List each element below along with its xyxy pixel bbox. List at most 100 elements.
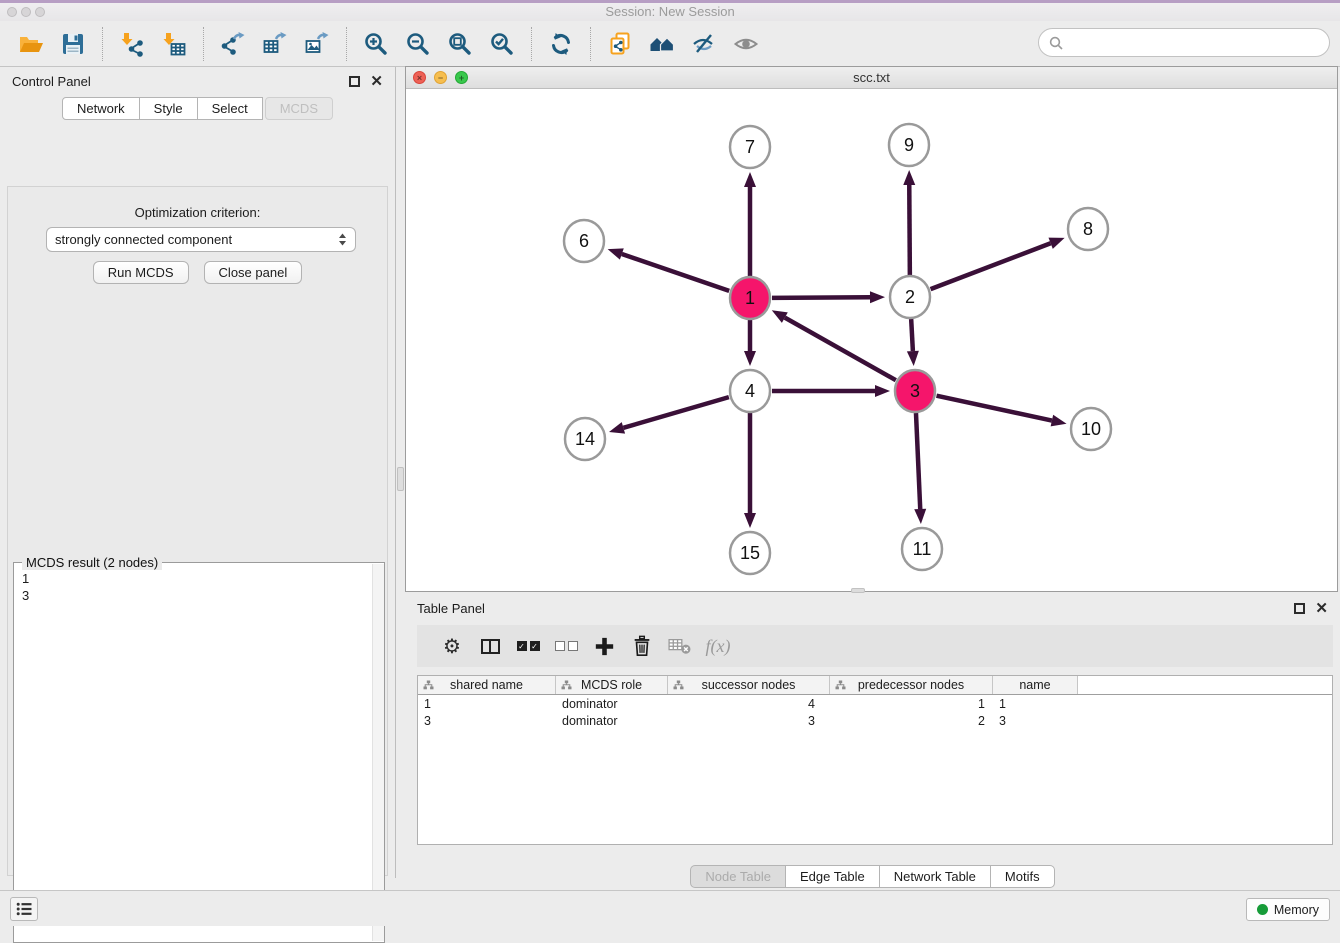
column-header-name[interactable]: name — [993, 676, 1078, 694]
control-panel-title: Control Panel — [12, 74, 91, 89]
criterion-select[interactable]: strongly connected component — [46, 227, 356, 252]
float-panel-icon[interactable] — [349, 76, 360, 87]
clone-network-icon[interactable] — [606, 30, 634, 58]
import-network-icon[interactable] — [118, 30, 146, 58]
tab-motifs[interactable]: Motifs — [990, 865, 1055, 888]
cell-name: 1 — [993, 697, 1078, 711]
export-network-icon[interactable] — [219, 30, 247, 58]
svg-text:9: 9 — [904, 135, 914, 155]
tab-network-table[interactable]: Network Table — [879, 865, 991, 888]
close-panel-icon[interactable]: ✕ — [370, 76, 383, 87]
node-table: shared name MCDS role successor nodes pr… — [417, 675, 1333, 845]
close-table-panel-icon[interactable]: ✕ — [1315, 603, 1328, 614]
mcds-result-scrollbar[interactable] — [372, 564, 384, 941]
graph-node-11[interactable]: 11 — [902, 528, 942, 570]
table-tabs: Node Table Edge Table Network Table Moti… — [405, 865, 1340, 888]
export-image-icon[interactable] — [303, 30, 331, 58]
tab-network[interactable]: Network — [62, 97, 140, 120]
export-table-icon[interactable] — [261, 30, 289, 58]
table-row[interactable]: 3 dominator 3 2 3 — [418, 712, 1332, 729]
column-header-predecessor-nodes[interactable]: predecessor nodes — [830, 676, 993, 694]
column-header-shared-name[interactable]: shared name — [418, 676, 556, 694]
search-input[interactable] — [1069, 34, 1329, 51]
open-session-icon[interactable] — [17, 30, 45, 58]
deselect-all-icon[interactable] — [547, 631, 585, 661]
network-graph[interactable]: 7 9 6 8 1 2 4 3 14 10 15 11 — [406, 89, 1337, 591]
graph-node-15[interactable]: 15 — [730, 532, 770, 574]
network-window-title: scc.txt — [406, 70, 1337, 85]
tab-edge-table[interactable]: Edge Table — [785, 865, 880, 888]
graph-edge-2-8[interactable] — [931, 243, 1051, 289]
graph-node-8[interactable]: 8 — [1068, 208, 1108, 250]
graph-node-2[interactable]: 2 — [890, 276, 930, 318]
column-type-icon — [835, 680, 846, 690]
close-panel-button[interactable]: Close panel — [204, 261, 303, 284]
column-header-successor-nodes[interactable]: successor nodes — [668, 676, 830, 694]
graph-node-6[interactable]: 6 — [564, 220, 604, 262]
graph-node-4[interactable]: 4 — [730, 370, 770, 412]
task-history-button[interactable] — [10, 897, 38, 921]
show-column-icon[interactable] — [471, 631, 509, 661]
table-settings-icon[interactable]: ⚙ — [433, 631, 471, 661]
splitter-handle[interactable] — [397, 467, 404, 491]
graph-node-7[interactable]: 7 — [730, 126, 770, 168]
graph-edge-1-6[interactable] — [622, 254, 729, 291]
cell-shared-name: 3 — [418, 714, 556, 728]
run-mcds-button[interactable]: Run MCDS — [93, 261, 189, 284]
graph-node-9[interactable]: 9 — [889, 124, 929, 166]
svg-text:10: 10 — [1081, 419, 1101, 439]
graph-node-1[interactable]: 1 — [730, 277, 770, 319]
graph-node-3[interactable]: 3 — [895, 370, 935, 412]
column-header-mcds-role[interactable]: MCDS role — [556, 676, 668, 694]
network-window-titlebar: × − + scc.txt — [406, 67, 1337, 89]
criterion-selected-value: strongly connected component — [55, 232, 338, 247]
cell-predecessor-nodes: 1 — [830, 697, 993, 711]
zoom-out-icon[interactable] — [404, 30, 432, 58]
horizontal-splitter-handle[interactable] — [851, 588, 865, 593]
table-row[interactable]: 1 dominator 4 1 1 — [418, 695, 1332, 712]
select-all-icon[interactable]: ✓✓ — [509, 631, 547, 661]
delete-table-icon[interactable] — [661, 631, 699, 661]
tab-style[interactable]: Style — [139, 97, 198, 120]
graph-edge-3-11[interactable] — [916, 413, 920, 509]
float-table-panel-icon[interactable] — [1294, 603, 1305, 614]
main-toolbar — [0, 21, 1340, 67]
window-minimize-button[interactable] — [21, 7, 31, 17]
first-neighbors-icon[interactable] — [648, 30, 676, 58]
window-close-button[interactable] — [7, 7, 17, 17]
window-zoom-button[interactable] — [35, 7, 45, 17]
graph-edge-2-3[interactable] — [911, 319, 913, 351]
graph-edge-3-10[interactable] — [937, 396, 1052, 421]
table-panel-title: Table Panel — [417, 601, 485, 616]
graph-edge-4-14[interactable] — [623, 397, 728, 428]
tab-mcds[interactable]: MCDS — [265, 97, 333, 120]
graph-edge-1-2[interactable] — [772, 297, 870, 298]
add-column-icon[interactable] — [585, 631, 623, 661]
apply-layout-icon[interactable] — [547, 30, 575, 58]
hide-style-icon[interactable] — [690, 30, 718, 58]
search-box[interactable] — [1038, 28, 1330, 57]
graph-edge-arrow-4-14 — [609, 422, 625, 434]
save-session-icon[interactable] — [59, 30, 87, 58]
graph-edge-2-9[interactable] — [909, 185, 910, 275]
delete-column-icon[interactable] — [623, 631, 661, 661]
network-canvas[interactable]: 7 9 6 8 1 2 4 3 14 10 15 11 — [406, 89, 1337, 591]
graph-node-10[interactable]: 10 — [1071, 408, 1111, 450]
tab-select[interactable]: Select — [197, 97, 263, 120]
apply-function-icon[interactable]: f(x) — [699, 631, 737, 661]
import-table-icon[interactable] — [160, 30, 188, 58]
toolbar-separator — [203, 27, 204, 61]
show-graphics-details-icon[interactable] — [732, 30, 760, 58]
memory-button[interactable]: Memory — [1246, 898, 1330, 921]
graph-node-14[interactable]: 14 — [565, 418, 605, 460]
zoom-fit-icon[interactable] — [446, 30, 474, 58]
svg-text:14: 14 — [575, 429, 595, 449]
tab-node-table[interactable]: Node Table — [690, 865, 786, 888]
zoom-in-icon[interactable] — [362, 30, 390, 58]
graph-edge-arrow-4-3 — [875, 385, 890, 397]
graph-edge-arrow-3-1 — [772, 310, 788, 323]
table-toolbar: ⚙ ✓✓ f(x) — [417, 625, 1333, 667]
graph-edge-3-1[interactable] — [785, 318, 896, 381]
zoom-selected-icon[interactable] — [488, 30, 516, 58]
cell-predecessor-nodes: 2 — [830, 714, 993, 728]
